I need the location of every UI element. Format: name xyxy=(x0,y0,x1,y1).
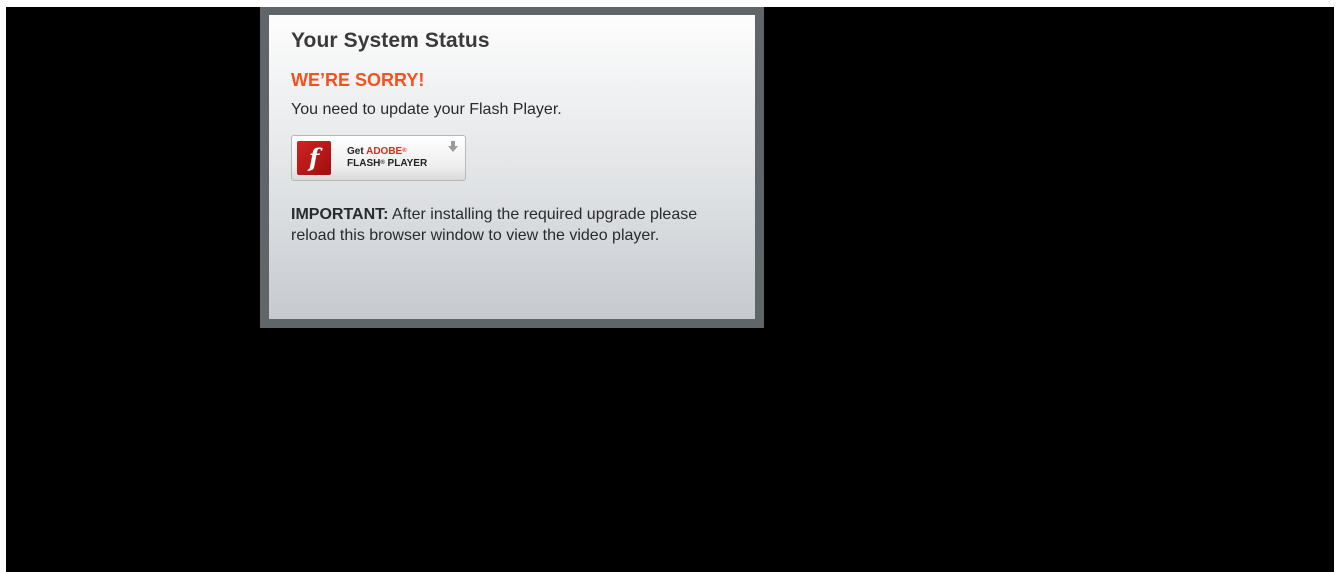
get-flash-player-button[interactable]: f Get ADOBE® FLASH® PLAYER xyxy=(291,134,466,181)
download-arrow-icon xyxy=(448,140,458,152)
adobe-brand: ADOBE® xyxy=(366,145,407,157)
system-status-panel: Your System Status WE’RE SORRY! You need… xyxy=(269,15,755,319)
important-note: IMPORTANT: After installing the required… xyxy=(291,204,711,246)
get-label: Get xyxy=(347,145,364,157)
flash-button-line-2: FLASH® PLAYER xyxy=(347,158,427,170)
player-label: PLAYER xyxy=(387,157,428,169)
flash-product-mark: ® xyxy=(380,159,385,166)
update-message: You need to update your Flash Player. xyxy=(291,101,562,118)
system-status-frame: Your System Status WE’RE SORRY! You need… xyxy=(260,7,764,328)
video-player-area: Your System Status WE’RE SORRY! You need… xyxy=(6,7,1334,572)
error-heading: WE’RE SORRY! xyxy=(291,70,425,90)
flash-logo-glyph: f xyxy=(308,142,320,172)
flash-product: FLASH xyxy=(347,157,381,169)
important-label: IMPORTANT: xyxy=(291,205,389,223)
panel-title: Your System Status xyxy=(291,29,490,52)
flash-button-label: Get ADOBE® FLASH® PLAYER xyxy=(347,146,427,170)
flash-button-line-1: Get ADOBE® xyxy=(347,146,427,158)
flash-logo-icon: f xyxy=(297,140,331,175)
